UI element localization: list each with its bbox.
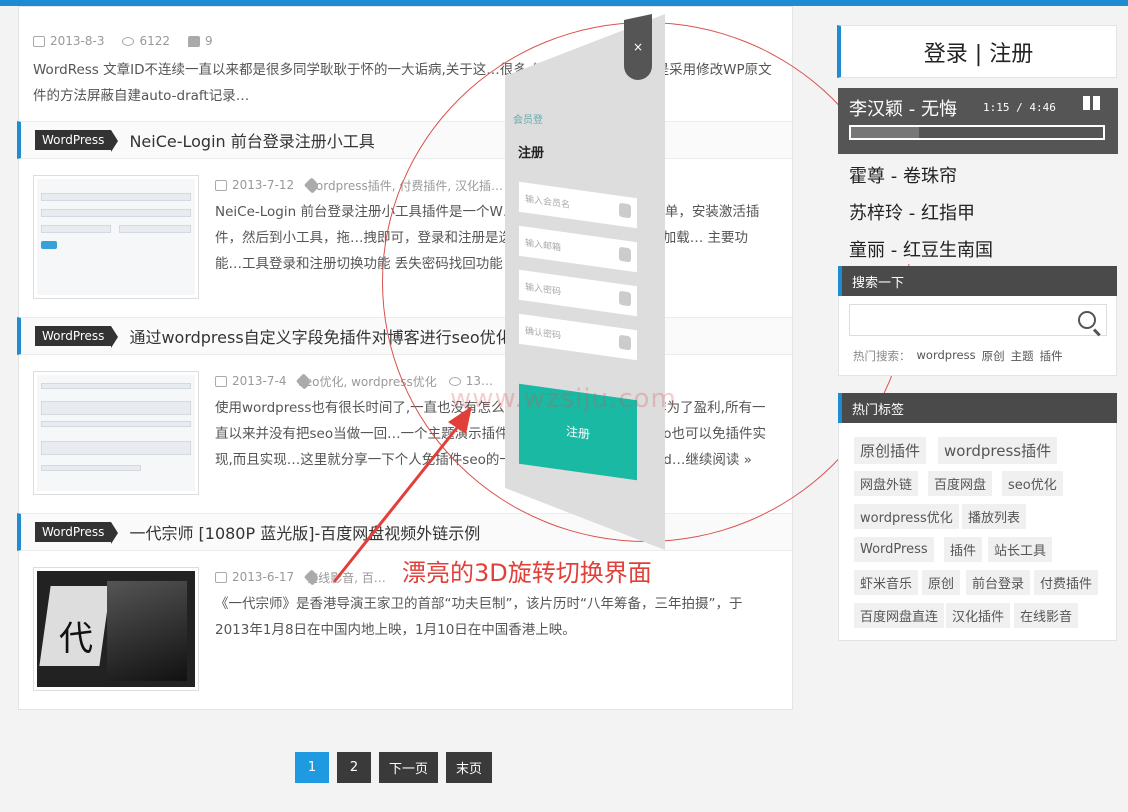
music-player: 李汉颖 - 无悔 1:15 / 4:46 bbox=[838, 88, 1118, 154]
panel-tab-label[interactable]: 会员登 bbox=[513, 111, 543, 126]
tag-link[interactable]: 原创插件 bbox=[854, 437, 927, 464]
username-field[interactable]: 输入会员名 bbox=[525, 192, 570, 211]
tag-link[interactable]: 汉化插件 bbox=[946, 603, 1011, 628]
tag-link[interactable]: 插件 bbox=[944, 537, 983, 562]
search-widget: 热门搜索： wordpress 原创 主题 插件 bbox=[838, 296, 1117, 376]
post-date: 2013-6-17 bbox=[232, 570, 295, 584]
close-icon[interactable]: × bbox=[624, 14, 652, 80]
tag-link[interactable]: wordpress优化 bbox=[854, 504, 959, 529]
tag-link[interactable]: 播放列表 bbox=[962, 504, 1027, 529]
play-time: 1:15 / 4:46 bbox=[983, 101, 1056, 114]
mail-icon bbox=[619, 246, 631, 263]
pagination: 1 2 下一页 末页 bbox=[295, 752, 493, 783]
hot-search-label: 热门搜索： bbox=[853, 349, 911, 363]
tag-link[interactable]: 百度网盘直连 bbox=[854, 603, 945, 628]
tag-link[interactable]: 虾米音乐 bbox=[854, 570, 919, 595]
post-comments: 9 bbox=[205, 34, 213, 48]
tag-link[interactable]: 付费插件 bbox=[1034, 570, 1099, 595]
page-1-button[interactable]: 1 bbox=[295, 752, 329, 783]
progress-bar[interactable] bbox=[849, 125, 1105, 140]
tag-cloud: 原创插件 wordpress插件 网盘外链 百度网盘 seo优化 wordpre… bbox=[838, 423, 1117, 641]
tag-link[interactable]: seo优化 bbox=[1002, 471, 1063, 496]
hot-keyword[interactable]: 主题 bbox=[1011, 348, 1034, 364]
search-icon[interactable] bbox=[1078, 311, 1096, 329]
login-register-link[interactable]: 登录 | 注册 bbox=[837, 25, 1117, 78]
post-thumbnail[interactable]: 代 bbox=[33, 567, 199, 691]
confirm-password-field[interactable]: 确认密码 bbox=[525, 324, 561, 342]
tag-link[interactable]: 在线影音 bbox=[1014, 603, 1079, 628]
tag-link[interactable]: wordpress插件 bbox=[938, 437, 1058, 464]
calendar-icon bbox=[215, 375, 227, 387]
tag-link[interactable]: 前台登录 bbox=[966, 570, 1031, 595]
category-tag[interactable]: WordPress bbox=[35, 130, 119, 152]
lock-icon bbox=[619, 290, 631, 307]
annotation-text: 漂亮的3D旋转切换界面 bbox=[402, 559, 652, 587]
category-tag[interactable]: WordPress bbox=[35, 522, 119, 544]
hot-search: 热门搜索： wordpress 原创 主题 插件 bbox=[853, 348, 1063, 364]
tag-link[interactable]: 百度网盘 bbox=[928, 471, 993, 496]
comment-icon bbox=[188, 35, 201, 47]
post-thumbnail[interactable] bbox=[33, 175, 199, 299]
lock-icon bbox=[619, 334, 631, 351]
calendar-icon bbox=[215, 571, 227, 583]
email-field[interactable]: 输入邮箱 bbox=[525, 236, 561, 254]
hot-keyword[interactable]: 原创 bbox=[982, 348, 1005, 364]
search-widget-title: 搜索一下 bbox=[838, 266, 1117, 296]
post-thumbnail[interactable] bbox=[33, 371, 199, 495]
pause-icon[interactable] bbox=[1083, 96, 1101, 110]
tag-link[interactable]: WordPress bbox=[854, 537, 934, 562]
panel-heading: 注册 bbox=[518, 146, 545, 161]
playlist-item[interactable]: 苏梓玲 - 红指甲 bbox=[849, 199, 975, 225]
hot-keyword[interactable]: wordpress bbox=[917, 348, 976, 364]
post-meta: 2013-8-3 6122 9 bbox=[33, 34, 225, 48]
tag-link[interactable]: 站长工具 bbox=[988, 537, 1053, 562]
tags-widget-title: 热门标签 bbox=[838, 393, 1117, 423]
hot-keyword[interactable]: 插件 bbox=[1040, 348, 1063, 364]
last-page-button[interactable]: 末页 bbox=[446, 752, 493, 783]
playlist-item[interactable]: 童丽 - 红豆生南国 bbox=[849, 236, 993, 262]
playlist: 霍尊 - 卷珠帘 苏梓玲 - 红指甲 童丽 - 红豆生南国 bbox=[838, 154, 1118, 264]
post-date: 2013-7-12 bbox=[232, 178, 295, 192]
tag-link[interactable]: 原创 bbox=[922, 570, 961, 595]
post-date: 2013-8-3 bbox=[50, 34, 105, 48]
eye-icon bbox=[122, 36, 135, 46]
calendar-icon bbox=[33, 35, 45, 47]
post-views: 6122 bbox=[139, 34, 171, 48]
user-icon bbox=[619, 202, 631, 219]
password-field[interactable]: 输入密码 bbox=[525, 280, 561, 298]
tag-link[interactable]: 网盘外链 bbox=[854, 471, 919, 496]
post-date: 2013-7-4 bbox=[232, 374, 287, 388]
calendar-icon bbox=[215, 179, 227, 191]
search-input[interactable] bbox=[849, 304, 1107, 336]
playlist-item[interactable]: 霍尊 - 卷珠帘 bbox=[849, 162, 957, 188]
page-2-button[interactable]: 2 bbox=[337, 752, 371, 783]
post-title-link[interactable]: NeiCe-Login 前台登录注册小工具 bbox=[129, 128, 374, 152]
next-page-button[interactable]: 下一页 bbox=[379, 752, 439, 783]
current-song: 李汉颖 - 无悔 bbox=[849, 99, 957, 120]
rotated-login-panel: 输入会员名 输入邮箱 输入密码 确认密码 注册 bbox=[505, 14, 665, 550]
category-tag[interactable]: WordPress bbox=[35, 326, 119, 348]
